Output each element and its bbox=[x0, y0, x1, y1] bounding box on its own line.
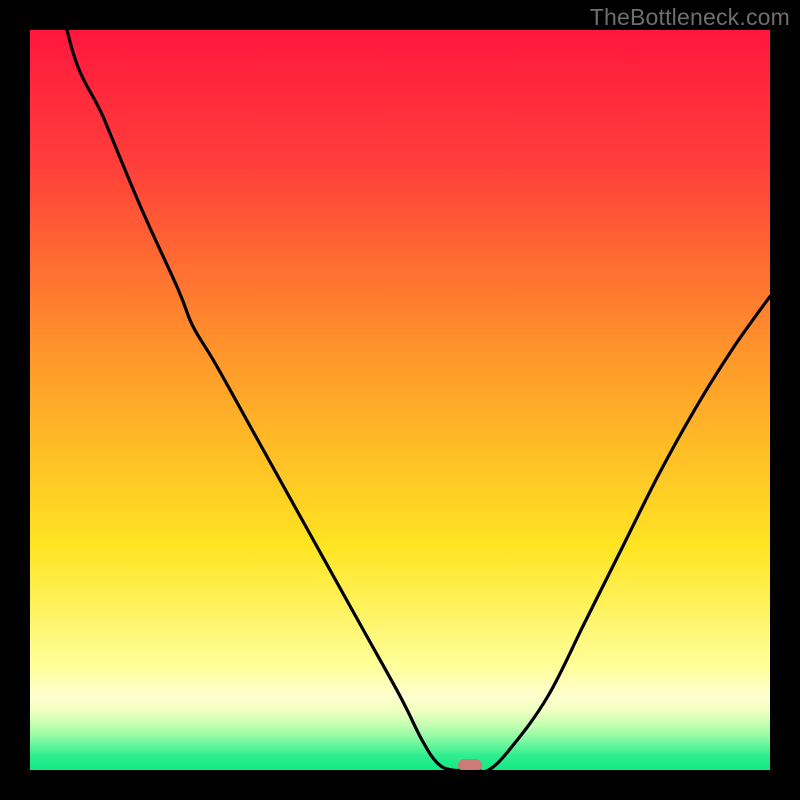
optimum-marker bbox=[458, 759, 482, 770]
bottleneck-curve bbox=[30, 30, 770, 770]
watermark-text: TheBottleneck.com bbox=[590, 4, 790, 31]
chart-frame: TheBottleneck.com bbox=[0, 0, 800, 800]
plot-area bbox=[30, 30, 770, 770]
